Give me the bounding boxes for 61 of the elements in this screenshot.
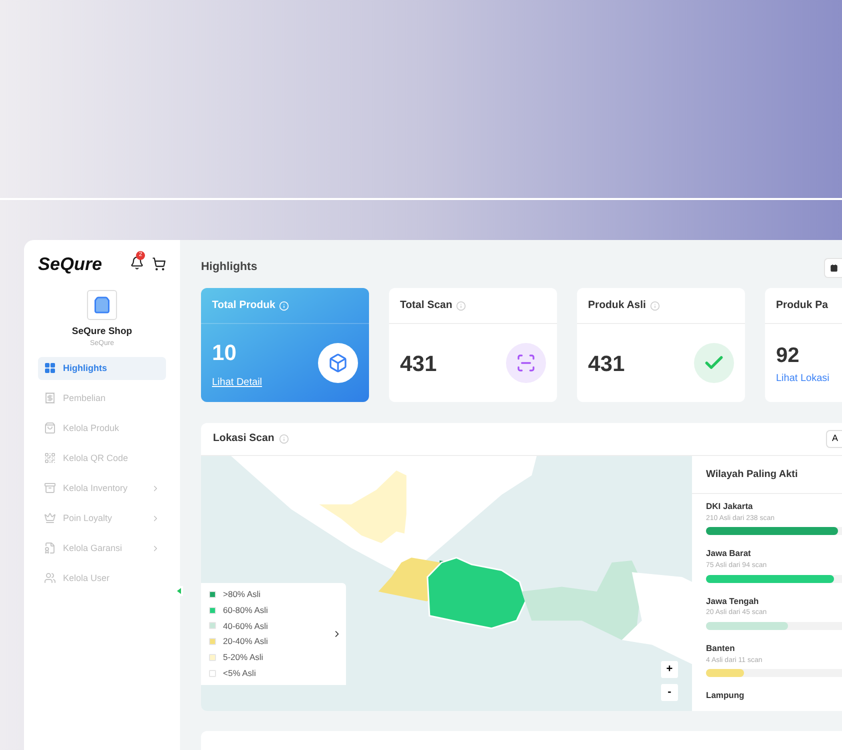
info-icon	[279, 434, 290, 444]
legend-label: 60-80% Asli	[223, 604, 268, 616]
page-title: Highlights	[201, 260, 258, 276]
shop-name: SeQure Shop	[72, 325, 132, 339]
zoom-out-button[interactable]: -	[661, 684, 678, 701]
card-title: Produk Pa	[776, 298, 828, 313]
region-name: Lampung	[706, 689, 746, 702]
legend-label: 40-60% Asli	[223, 620, 268, 632]
stat-value: 431	[588, 350, 625, 378]
box-icon	[318, 343, 358, 383]
stat-value: 92	[776, 342, 800, 369]
region-name: Jawa Barat	[706, 547, 752, 560]
scan-icon	[506, 343, 546, 383]
card-title: Produk Asli	[588, 298, 646, 313]
stat-value: 10	[212, 339, 238, 367]
location-link[interactable]: Lihat Lokasi	[776, 371, 830, 386]
region-name: DKI Jakarta	[706, 500, 754, 513]
users-icon	[44, 572, 56, 584]
region-name: Banten	[706, 642, 736, 654]
receipt-icon	[44, 392, 56, 404]
qr-code-icon	[44, 452, 56, 464]
card-title: Total Scan	[400, 298, 452, 313]
bag-icon	[44, 422, 56, 434]
info-icon	[279, 300, 290, 310]
stat-value: 431	[400, 350, 437, 378]
cart-icon[interactable]	[152, 257, 166, 271]
legend-label: <5% Asli	[223, 666, 256, 680]
menu-item[interactable]: Highlights	[38, 356, 166, 380]
legend-label: >80% Asli	[223, 588, 261, 601]
date-button[interactable]	[824, 258, 842, 278]
detail-link[interactable]: Lihat Detail	[212, 375, 262, 390]
menu-item[interactable]: Kelola Produk	[38, 416, 166, 440]
chevron-icon	[151, 544, 160, 553]
crown-icon	[44, 512, 56, 524]
menu-item[interactable]: Poin Loyalty	[38, 506, 166, 530]
collapse-handle[interactable]	[175, 586, 183, 596]
filter-button[interactable]: A	[826, 430, 842, 448]
panel-title: Lokasi Scan	[213, 431, 274, 446]
region-name: Jawa Tengah	[706, 594, 760, 608]
menu-item[interactable]: Kelola User	[38, 566, 166, 590]
regions-title: Wilayah Paling Akti	[706, 468, 798, 482]
grid-icon	[44, 362, 56, 374]
card-title: Total Produk	[212, 298, 276, 313]
logo: SeQure	[38, 252, 102, 276]
calendar-icon	[830, 264, 838, 272]
certificate-icon	[44, 542, 56, 554]
info-icon	[456, 300, 466, 310]
bell-icon[interactable]	[130, 256, 144, 270]
menu-item[interactable]: Pembelian	[38, 386, 166, 410]
check-icon	[694, 343, 734, 383]
archive-icon	[44, 482, 56, 494]
chevron-icon	[151, 514, 160, 523]
zoom-in-button[interactable]: +	[661, 661, 678, 678]
chevron-icon	[151, 484, 160, 493]
legend-label: 20-40% Asli	[223, 635, 268, 648]
legend-label: 5-20% Asli	[223, 651, 264, 664]
menu-item[interactable]: Kelola QR Code	[38, 446, 166, 470]
menu-item[interactable]: Kelola Garansi	[38, 536, 166, 560]
info-icon	[650, 300, 660, 310]
menu-item[interactable]: Kelola Inventory	[38, 476, 166, 500]
shop-logo	[87, 290, 117, 320]
